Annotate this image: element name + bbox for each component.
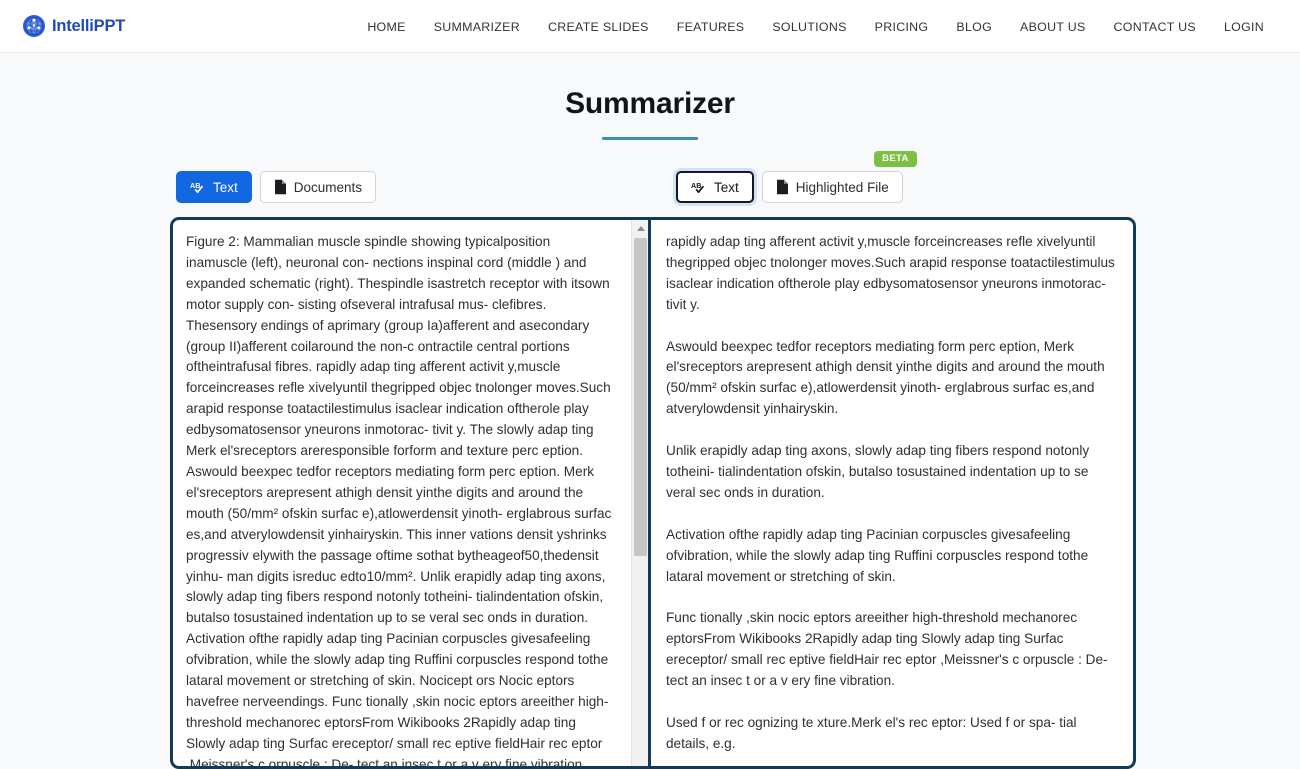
nav-item: CONTACT US xyxy=(1100,14,1210,40)
nav-link-blog[interactable]: BLOG xyxy=(942,14,1006,40)
nav-item: LOGIN xyxy=(1210,14,1278,40)
nav-link-contact-us[interactable]: CONTACT US xyxy=(1100,14,1210,40)
brand-name: IntelliPPT xyxy=(52,16,126,35)
nav-link-home[interactable]: HOME xyxy=(353,14,419,40)
svg-text:AB: AB xyxy=(691,181,701,190)
tab-output-text-label: Text xyxy=(714,179,739,195)
nav-item: PRICING xyxy=(861,14,943,40)
tab-output-highlighted-file[interactable]: Highlighted File xyxy=(761,171,903,203)
nav-item: HOME xyxy=(353,14,419,40)
output-text-area[interactable]: rapidly adap ting afferent activit y,mus… xyxy=(651,220,1133,766)
input-scrollbar[interactable] xyxy=(631,220,648,766)
tab-input-text-label: Text xyxy=(213,179,238,195)
page-title: Summarizer xyxy=(565,87,735,120)
input-tab-group: AB Text Documents xyxy=(176,171,377,203)
tab-input-documents-label: Documents xyxy=(293,179,363,195)
nav-item: SOLUTIONS xyxy=(758,14,860,40)
summarizer-panels: Figure 2: Mammalian muscle spindle showi… xyxy=(170,217,1136,769)
file-document-icon xyxy=(274,179,287,195)
highlighted-file-tab-wrapper: Highlighted File BETA xyxy=(761,151,917,203)
nav-item: BLOG xyxy=(942,14,1006,40)
file-document-icon xyxy=(776,179,789,195)
tab-output-highlighted-file-label: Highlighted File xyxy=(795,179,889,195)
nav-link-login[interactable]: LOGIN xyxy=(1210,14,1278,40)
tabs-row: AB Text Documents AB Text Highlighted Fi… xyxy=(0,151,1300,217)
primary-navigation: HOME SUMMARIZER CREATE SLIDES FEATURES S… xyxy=(353,0,1278,53)
nav-link-pricing[interactable]: PRICING xyxy=(861,14,943,40)
nav-link-about-us[interactable]: ABOUT US xyxy=(1006,14,1100,40)
nav-link-summarizer[interactable]: SUMMARIZER xyxy=(420,14,534,40)
beta-badge: BETA xyxy=(874,151,917,167)
title-underline-rule xyxy=(602,137,698,140)
output-panel: rapidly adap ting afferent activit y,mus… xyxy=(651,220,1133,766)
nav-link-solutions[interactable]: SOLUTIONS xyxy=(758,14,860,40)
tab-input-text[interactable]: AB Text xyxy=(176,171,252,203)
top-navbar: IntelliPPT HOME SUMMARIZER CREATE SLIDES… xyxy=(0,0,1300,53)
tab-output-text[interactable]: AB Text xyxy=(676,171,754,203)
input-panel: Figure 2: Mammalian muscle spindle showi… xyxy=(173,220,651,766)
scroll-up-arrow-icon[interactable] xyxy=(632,220,648,237)
spellcheck-ab-icon: AB xyxy=(190,180,206,194)
output-tab-group: AB Text Highlighted File BETA xyxy=(676,151,917,203)
nav-item: SUMMARIZER xyxy=(420,14,534,40)
tab-input-documents[interactable]: Documents xyxy=(259,171,377,203)
globe-network-icon xyxy=(23,15,45,37)
input-text-area[interactable]: Figure 2: Mammalian muscle spindle showi… xyxy=(173,220,628,766)
nav-item: FEATURES xyxy=(663,14,759,40)
spellcheck-ab-icon: AB xyxy=(691,180,707,194)
svg-text:AB: AB xyxy=(190,181,200,190)
page-header: Summarizer xyxy=(0,53,1300,140)
scrollbar-thumb[interactable] xyxy=(634,238,647,556)
nav-link-create-slides[interactable]: CREATE SLIDES xyxy=(534,14,663,40)
nav-item: ABOUT US xyxy=(1006,14,1100,40)
nav-item: CREATE SLIDES xyxy=(534,14,663,40)
brand-logo-link[interactable]: IntelliPPT xyxy=(22,14,125,38)
nav-link-features[interactable]: FEATURES xyxy=(663,14,759,40)
